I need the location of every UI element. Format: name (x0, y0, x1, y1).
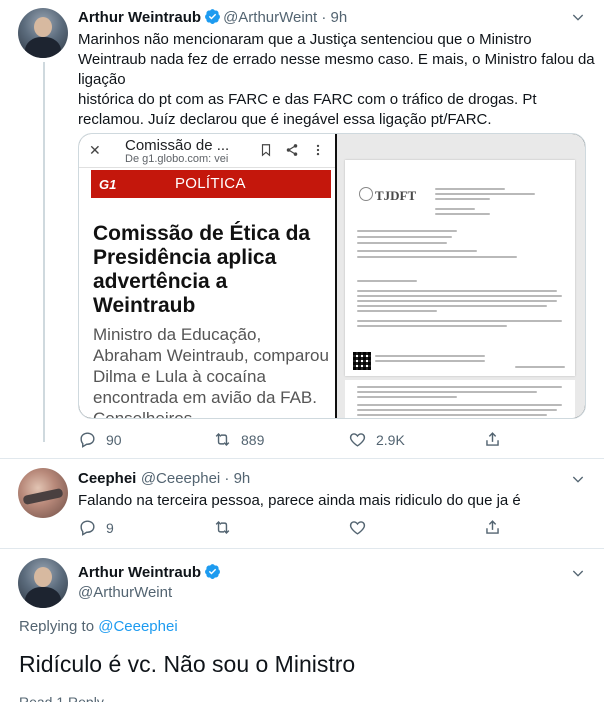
reply-icon (80, 520, 95, 536)
like-count: 2.9K (376, 431, 405, 448)
reply-icon (80, 432, 95, 448)
caret-down-icon[interactable] (570, 471, 586, 487)
reply-count: 90 (106, 431, 122, 448)
tweet-header: Ceephei @Ceeephei · 9h (78, 470, 250, 488)
media-image-document[interactable]: TJDFT (337, 134, 585, 418)
like-button[interactable]: 2.9K (348, 430, 405, 449)
tweet-text-line: reclamou. Juíz declarou que é inegável e… (78, 111, 492, 128)
seal-icon (359, 187, 373, 201)
tweet-media[interactable]: ✕ Comissão de ... De g1.globo.com: vei G… (78, 133, 586, 419)
handle-time[interactable]: @Ceeephei · 9h (141, 470, 250, 487)
caret-down-icon[interactable] (570, 9, 586, 25)
verified-icon (205, 9, 220, 24)
like-button[interactable] (348, 518, 376, 537)
verified-icon (205, 564, 220, 579)
share-icon (486, 520, 499, 534)
divider (0, 548, 604, 549)
caret-down-icon[interactable] (570, 565, 586, 581)
qr-code (353, 352, 371, 370)
share-icon (286, 144, 298, 156)
retweet-icon (215, 432, 230, 447)
tweet-header: Arthur Weintraub (78, 563, 223, 582)
handle-time[interactable]: @ArthurWeint · 9h (223, 9, 347, 26)
replying-prefix: Replying to (19, 618, 95, 635)
close-icon: ✕ (89, 142, 101, 158)
tweet-text-line: Weintraub nada fez de errado nesse mesmo… (78, 51, 595, 68)
tweet-text-line: ligação (78, 71, 126, 88)
like-icon (349, 521, 366, 535)
more-vertical-icon (316, 144, 320, 156)
tweet-text: Marinhos não mencionaram que a Justiça s… (78, 30, 598, 130)
author-name[interactable]: Ceephei (78, 470, 136, 487)
browser-bar: ✕ Comissão de ... De g1.globo.com: vei (79, 134, 335, 168)
avatar[interactable] (18, 468, 68, 518)
browser-url: De g1.globo.com: vei (125, 153, 229, 165)
retweet-count: 889 (241, 431, 265, 448)
author-name[interactable]: Arthur Weintraub (78, 564, 201, 581)
replying-to-link[interactable]: @Ceeephei (98, 618, 177, 635)
share-button[interactable] (483, 518, 511, 537)
court-document-page2 (345, 380, 575, 418)
handle[interactable]: @ArthurWeint (78, 584, 172, 601)
media-image-article[interactable]: ✕ Comissão de ... De g1.globo.com: vei G… (79, 134, 335, 419)
reply-button[interactable]: 90 (78, 430, 122, 449)
reply-count: 9 (106, 519, 114, 536)
bookmark-icon (261, 144, 271, 157)
tweet-text-line: Marinhos não mencionaram que a Justiça s… (78, 31, 532, 48)
avatar[interactable] (18, 8, 68, 58)
share-icon (486, 432, 499, 446)
article-headline: Comissão de Ética da Presidência aplica … (93, 222, 311, 317)
replying-to: Replying to @Ceeephei (19, 618, 178, 635)
browser-title: Comissão de ... (125, 137, 230, 154)
divider (0, 458, 604, 459)
section-label: POLÍTICA (175, 175, 246, 192)
retweet-button[interactable]: 889 (213, 430, 264, 449)
author-name[interactable]: Arthur Weintraub (78, 9, 201, 26)
article-subhead: Ministro da Educação, Abraham Weintraub,… (93, 325, 329, 419)
retweet-button[interactable] (213, 518, 241, 537)
court-document: TJDFT (345, 160, 575, 376)
retweet-icon (215, 520, 230, 535)
reply-button[interactable]: 9 (78, 518, 114, 537)
thread-connector (43, 62, 45, 442)
tweet-text: Ridículo é vc. Não sou o Ministro (19, 651, 356, 677)
like-icon (349, 433, 366, 447)
tweet-header: Arthur Weintraub @ArthurWeint · 9h (78, 8, 347, 27)
g1-section-bar: G1 POLÍTICA (91, 170, 331, 198)
g1-logo: G1 (99, 177, 117, 192)
avatar[interactable] (18, 558, 68, 608)
footer-cut-text: Read 1 Reply (19, 694, 104, 702)
share-button[interactable] (483, 430, 511, 449)
tweet-text-line: histórica do pt com as FARC e das FARC c… (78, 91, 537, 108)
tweet-text: Falando na terceira pessoa, parece ainda… (78, 492, 521, 509)
doc-logo: TJDFT (375, 188, 417, 203)
